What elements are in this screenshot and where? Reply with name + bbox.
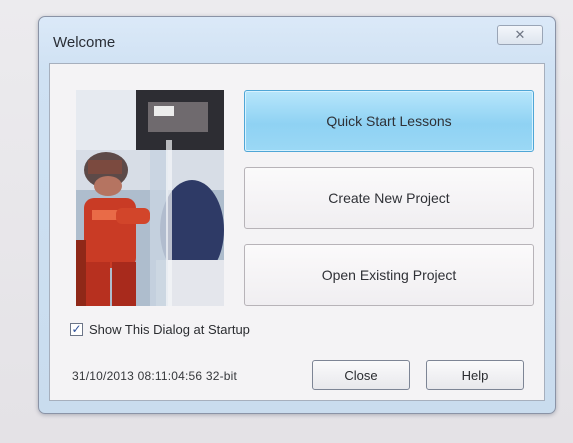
help-button[interactable]: Help bbox=[426, 360, 524, 390]
create-new-project-button[interactable]: Create New Project bbox=[244, 167, 534, 229]
show-at-startup-checkbox[interactable]: ✓ bbox=[70, 321, 83, 336]
open-existing-project-button[interactable]: Open Existing Project bbox=[244, 244, 534, 306]
firefighter-photo-illustration bbox=[76, 90, 224, 306]
quick-start-lessons-label: Quick Start Lessons bbox=[326, 113, 452, 129]
close-button[interactable]: Close bbox=[312, 360, 410, 390]
close-button-label: Close bbox=[344, 367, 378, 383]
dialog-body: Quick Start Lessons Create New Project O… bbox=[49, 63, 545, 401]
create-new-project-label: Create New Project bbox=[328, 190, 450, 206]
checkmark-icon: ✓ bbox=[71, 321, 82, 336]
show-at-startup-row: ✓ Show This Dialog at Startup bbox=[70, 320, 250, 338]
version-info: 31/10/2013 08:11:04:56 32-bit bbox=[72, 369, 238, 383]
dialog-title: Welcome bbox=[53, 34, 116, 51]
open-existing-project-label: Open Existing Project bbox=[321, 267, 457, 283]
help-button-label: Help bbox=[461, 367, 489, 383]
close-icon: ✕ bbox=[514, 27, 526, 42]
welcome-dialog: Welcome ✕ Quick Start Lessons Create New… bbox=[38, 16, 556, 414]
close-window-button[interactable]: ✕ bbox=[497, 25, 543, 45]
quick-start-lessons-button[interactable]: Quick Start Lessons bbox=[244, 90, 534, 152]
show-at-startup-label: Show This Dialog at Startup bbox=[89, 321, 250, 337]
title-bar: Welcome ✕ bbox=[39, 17, 555, 63]
welcome-photo bbox=[76, 90, 224, 306]
